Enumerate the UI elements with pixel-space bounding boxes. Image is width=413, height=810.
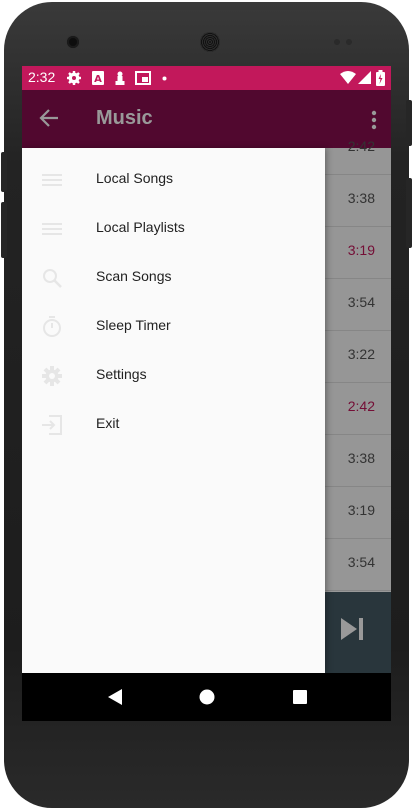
gear-icon	[42, 366, 62, 386]
volume-button	[1, 152, 7, 192]
list-icon	[42, 174, 62, 186]
song-duration: 2:42	[347, 398, 375, 414]
front-camera	[67, 36, 79, 48]
song-duration: 3:19	[347, 242, 375, 258]
skip-next-icon[interactable]	[339, 616, 365, 642]
drawer-item-label: Local Playlists	[96, 219, 185, 235]
home-circle-icon[interactable]	[198, 688, 216, 706]
volume-down-button	[1, 202, 7, 258]
song-duration: 3:38	[347, 450, 375, 466]
song-duration: 3:19	[347, 502, 375, 518]
drawer-item-label: Scan Songs	[96, 268, 172, 284]
search-icon	[43, 269, 62, 288]
earpiece-speaker	[200, 32, 220, 52]
navigation-drawer: Local Songs Local Playlists Scan Songs S…	[22, 148, 325, 673]
a-badge-icon: A	[92, 71, 104, 85]
drawer-item-scan-songs[interactable]: Scan Songs	[22, 254, 325, 303]
drawer-item-label: Exit	[96, 415, 120, 431]
dot-icon	[162, 76, 167, 81]
power-button	[406, 100, 412, 146]
drawer-item-label: Local Songs	[96, 170, 174, 186]
song-duration: 3:54	[347, 294, 375, 310]
song-duration: 3:38	[347, 190, 375, 206]
drawer-item-local-songs[interactable]: Local Songs	[22, 156, 325, 205]
battery-icon	[376, 70, 385, 86]
system-nav-bar	[22, 673, 391, 721]
back-triangle-icon[interactable]	[106, 687, 124, 707]
screen: 2:32 A Music 2:42 3:38 3:19 3:54 3:22 2:…	[22, 66, 391, 721]
chess-icon	[115, 71, 125, 85]
status-time: 2:32	[28, 69, 56, 85]
svg-text:A: A	[94, 74, 102, 85]
drawer-item-exit[interactable]: Exit	[22, 401, 325, 450]
song-duration: 3:22	[347, 346, 375, 362]
phone-frame: 2:32 A Music 2:42 3:38 3:19 3:54 3:22 2:…	[1, 2, 412, 808]
drawer-item-label: Sleep Timer	[96, 317, 171, 333]
song-duration: 2:42	[347, 138, 375, 154]
cast-icon	[135, 71, 151, 85]
side-button	[406, 178, 412, 248]
light-sensor	[346, 39, 352, 45]
drawer-item-label: Settings	[96, 366, 147, 382]
status-bar: 2:32 A	[22, 66, 391, 90]
drawer-item-sleep-timer[interactable]: Sleep Timer	[22, 303, 325, 352]
timer-icon	[43, 316, 61, 337]
proximity-sensor	[334, 39, 340, 45]
playlist-icon	[42, 223, 62, 235]
signal-icon	[358, 71, 371, 84]
recents-square-icon[interactable]	[292, 689, 308, 705]
exit-icon	[42, 415, 62, 435]
gear-icon	[67, 71, 81, 85]
song-duration: 3:54	[347, 554, 375, 570]
drawer-item-settings[interactable]: Settings	[22, 352, 325, 401]
drawer-item-local-playlists[interactable]: Local Playlists	[22, 205, 325, 254]
wifi-icon	[340, 71, 356, 84]
